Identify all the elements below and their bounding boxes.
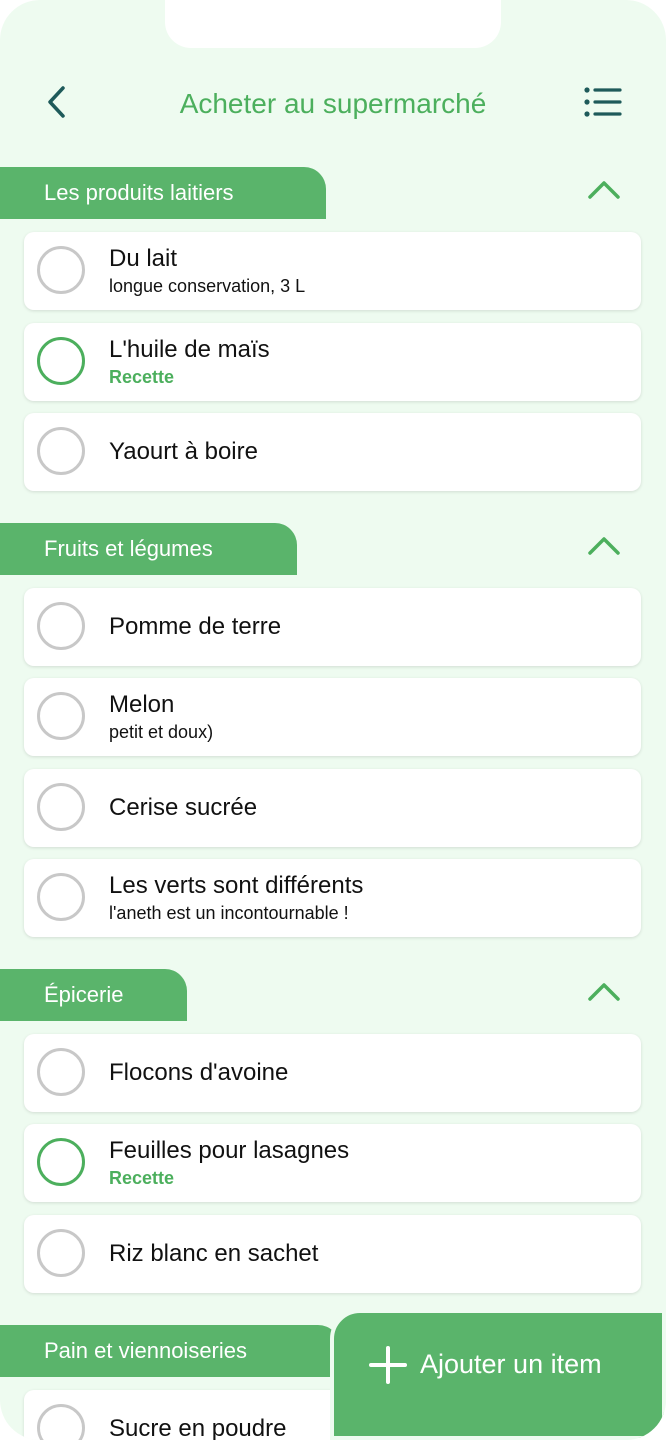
collapse-section-button[interactable] (582, 529, 626, 559)
section-tab[interactable]: Les produits laitiers (0, 167, 326, 219)
page-title: Acheter au supermarché (179, 88, 487, 119)
plus-icon (369, 1346, 407, 1384)
item-title: Les verts sont différents (109, 872, 364, 899)
section-dairy: Les produits laitiers Du lait longue con… (0, 167, 666, 497)
device-notch (165, 0, 501, 48)
section-tab[interactable]: Épicerie (0, 969, 187, 1021)
item-title: Riz blanc en sachet (109, 1240, 319, 1267)
section-grocery: Épicerie Flocons d'avoine Feuilles pour … (0, 969, 666, 1299)
list-item[interactable]: Les verts sont différents l'aneth est un… (24, 859, 641, 937)
list-item[interactable]: Riz blanc en sachet (24, 1215, 641, 1293)
checkbox-circle[interactable] (37, 1138, 85, 1186)
section-tab[interactable]: Pain et viennoiseries (0, 1325, 340, 1377)
section-fruits-vegetables: Fruits et légumes Pomme de terre Melon p… (0, 523, 666, 943)
item-title: Cerise sucrée (109, 794, 258, 821)
list-item[interactable]: Melon petit et doux) (24, 678, 641, 756)
item-title: Du lait (109, 245, 178, 272)
item-subtitle: longue conservation, 3 L (109, 276, 306, 296)
recipe-label[interactable]: Recette (109, 1168, 174, 1189)
collapse-section-button[interactable] (582, 173, 626, 203)
list-icon (584, 87, 622, 117)
list-item[interactable]: Pomme de terre (24, 588, 641, 666)
checkbox-circle[interactable] (37, 1229, 85, 1277)
item-title: Sucre en poudre (109, 1415, 287, 1440)
item-subtitle: petit et doux) (109, 722, 214, 742)
checkbox-circle[interactable] (37, 246, 85, 294)
list-item[interactable]: Du lait longue conservation, 3 L (24, 232, 641, 310)
item-title: Flocons d'avoine (109, 1059, 289, 1086)
item-title: Melon (109, 691, 175, 718)
checkbox-circle[interactable] (37, 692, 85, 740)
list-item[interactable]: Feuilles pour lasagnes Recette (24, 1124, 641, 1202)
list-item[interactable]: Yaourt à boire (24, 413, 641, 491)
item-title: L'huile de maïs (109, 336, 270, 363)
list-item[interactable]: L'huile de maïs Recette (24, 323, 641, 401)
section-tab[interactable]: Fruits et légumes (0, 523, 297, 575)
item-title: Pomme de terre (109, 613, 282, 640)
add-item-label: Ajouter un item (420, 1349, 602, 1379)
checkbox-circle[interactable] (37, 1404, 85, 1440)
checkbox-circle[interactable] (37, 1048, 85, 1096)
item-title: Feuilles pour lasagnes (109, 1137, 350, 1164)
header: Acheter au supermarché (0, 70, 666, 136)
list-item[interactable]: Flocons d'avoine (24, 1034, 641, 1112)
list-item[interactable]: Cerise sucrée (24, 769, 641, 847)
chevron-up-icon (588, 537, 620, 555)
add-item-button[interactable]: Ajouter un item (330, 1309, 666, 1440)
checkbox-circle[interactable] (37, 602, 85, 650)
item-subtitle: l'aneth est un incontournable ! (109, 903, 349, 923)
app-screen: Acheter au supermarché Les produits lait… (0, 0, 666, 1440)
chevron-up-icon (588, 181, 620, 199)
checkbox-circle[interactable] (37, 873, 85, 921)
collapse-section-button[interactable] (582, 975, 626, 1005)
checkbox-circle[interactable] (37, 783, 85, 831)
checkbox-circle[interactable] (37, 427, 85, 475)
recipe-label[interactable]: Recette (109, 367, 174, 388)
item-title: Yaourt à boire (109, 438, 258, 465)
checkbox-circle[interactable] (37, 337, 85, 385)
chevron-up-icon (588, 983, 620, 1001)
list-menu-button[interactable] (582, 84, 622, 120)
